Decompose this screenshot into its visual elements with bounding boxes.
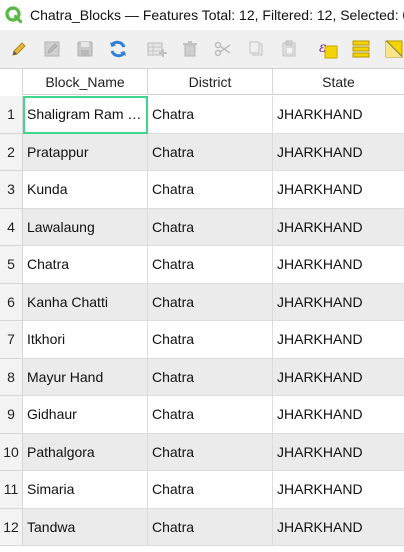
cut-icon[interactable] (210, 36, 236, 62)
table-row[interactable]: 8 Mayur Hand Chatra JHARKHAND (0, 358, 404, 396)
cell-state[interactable]: JHARKHAND (273, 509, 404, 546)
table-row[interactable]: 5 Chatra Chatra JHARKHAND (0, 246, 404, 284)
cell-state[interactable]: JHARKHAND (273, 321, 404, 359)
invert-selection-icon[interactable] (381, 36, 404, 62)
cell-state[interactable]: JHARKHAND (273, 134, 404, 171)
add-feature-icon[interactable] (144, 36, 170, 62)
table-row[interactable]: 3 Kunda Chatra JHARKHAND (0, 171, 404, 209)
save-edits-icon[interactable] (72, 36, 98, 62)
cell-block-name[interactable]: Kunda (23, 171, 148, 209)
row-number[interactable]: 6 (0, 283, 23, 321)
cell-state[interactable]: JHARKHAND (273, 246, 404, 284)
cell-state[interactable]: JHARKHAND (273, 284, 404, 321)
qgis-logo-icon (3, 4, 25, 26)
cell-district[interactable]: Chatra (148, 208, 273, 246)
row-number[interactable]: 10 (0, 433, 23, 471)
cell-state[interactable]: JHARKHAND (273, 96, 404, 134)
header-corner[interactable] (0, 69, 23, 95)
cell-district[interactable]: Chatra (148, 133, 273, 171)
cell-district[interactable]: Chatra (148, 96, 273, 134)
cell-state[interactable]: JHARKHAND (273, 434, 404, 471)
cell-district[interactable]: Chatra (148, 246, 273, 284)
row-number[interactable]: 7 (0, 321, 23, 359)
cell-district[interactable]: Chatra (148, 396, 273, 434)
cell-block-name[interactable]: Lawalaung (23, 208, 148, 246)
table-row[interactable]: 1Shaligram Ram NarayanpurChatraJHARKHAND (0, 96, 404, 134)
cell-state[interactable]: JHARKHAND (273, 471, 404, 509)
toggle-editing-icon[interactable] (6, 36, 32, 62)
attribute-table: Block_Name District State 1 Shaligram Ram… (0, 68, 404, 552)
table-row[interactable]: 6 Kanha Chatti Chatra JHARKHAND (0, 283, 404, 321)
attribute-toolbar: ε (0, 30, 404, 68)
cell-block-name[interactable]: Gidhaur (23, 396, 148, 434)
cell-block-name[interactable]: Mayur Hand (23, 358, 148, 396)
table-row[interactable]: 4 Lawalaung Chatra JHARKHAND (0, 208, 404, 246)
table-header: Block_Name District State (0, 69, 404, 95)
row-number[interactable]: 12 (0, 508, 23, 546)
column-header-state[interactable]: State (273, 69, 404, 95)
delete-selected-icon[interactable] (177, 36, 203, 62)
select-all-icon[interactable] (348, 36, 374, 62)
cell-block-name[interactable]: Simaria (23, 471, 148, 509)
table-row[interactable]: 7 Itkhori Chatra JHARKHAND (0, 321, 404, 359)
cell-block-name[interactable]: Shaligram Ram Narayanpur (23, 96, 148, 134)
title-bar: Chatra_Blocks — Features Total: 12, Filt… (0, 0, 404, 30)
row-number[interactable]: 3 (0, 171, 23, 209)
cell-district[interactable]: Chatra (148, 171, 273, 209)
row-number[interactable]: 11 (0, 471, 23, 509)
row-number[interactable]: 8 (0, 358, 23, 396)
row-number[interactable]: 1 (0, 96, 23, 134)
table-row[interactable]: 10 Pathalgora Chatra JHARKHAND (0, 433, 404, 471)
row-number[interactable]: 9 (0, 396, 23, 434)
paste-icon[interactable] (276, 36, 302, 62)
cell-block-name[interactable]: Itkhori (23, 321, 148, 359)
cell-state[interactable]: JHARKHAND (273, 171, 404, 209)
cell-district[interactable]: Chatra (148, 508, 273, 546)
cell-state[interactable]: JHARKHAND (273, 209, 404, 246)
table-row[interactable]: 11 Simaria Chatra JHARKHAND (0, 471, 404, 509)
cell-block-name[interactable]: Pratappur (23, 133, 148, 171)
cell-district[interactable]: Chatra (148, 358, 273, 396)
column-header-block-name[interactable]: Block_Name (23, 69, 148, 95)
cell-block-name[interactable]: Kanha Chatti (23, 283, 148, 321)
row-number[interactable]: 2 (0, 133, 23, 171)
window-title: Chatra_Blocks — Features Total: 12, Filt… (30, 7, 404, 23)
cell-block-name[interactable]: Tandwa (23, 508, 148, 546)
cell-district[interactable]: Chatra (148, 321, 273, 359)
cell-district[interactable]: Chatra (148, 433, 273, 471)
row-number[interactable]: 5 (0, 246, 23, 284)
cell-state[interactable]: JHARKHAND (273, 359, 404, 396)
svg-text:ε: ε (319, 40, 327, 56)
select-by-expression-icon[interactable]: ε (315, 36, 341, 62)
multi-edit-icon[interactable] (39, 36, 65, 62)
column-header-district[interactable]: District (148, 69, 273, 95)
copy-icon[interactable] (243, 36, 269, 62)
row-number[interactable]: 4 (0, 208, 23, 246)
reload-icon[interactable] (105, 36, 131, 62)
cell-district[interactable]: Chatra (148, 283, 273, 321)
cell-block-name[interactable]: Pathalgora (23, 433, 148, 471)
cell-block-name[interactable]: Chatra (23, 246, 148, 284)
cell-district[interactable]: Chatra (148, 471, 273, 509)
table-row[interactable]: 12 Tandwa Chatra JHARKHAND (0, 508, 404, 546)
table-row[interactable]: 9 Gidhaur Chatra JHARKHAND (0, 396, 404, 434)
cell-state[interactable]: JHARKHAND (273, 396, 404, 434)
table-row[interactable]: 2 Pratappur Chatra JHARKHAND (0, 133, 404, 171)
